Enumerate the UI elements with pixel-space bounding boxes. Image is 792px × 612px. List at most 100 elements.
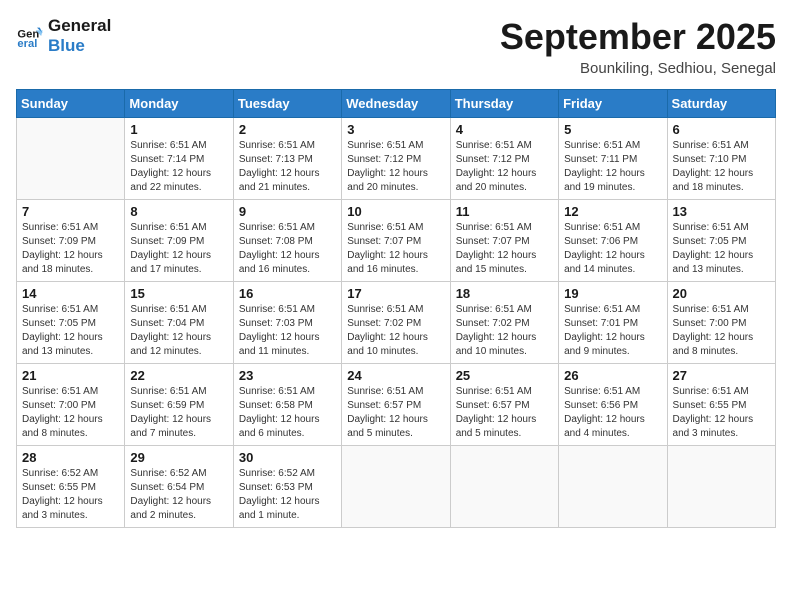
day-info: Sunrise: 6:51 AMSunset: 7:05 PMDaylight:… [22, 303, 119, 359]
calendar-cell [342, 446, 450, 528]
day-number: 22 [130, 368, 227, 383]
calendar-cell: 14 Sunrise: 6:51 AMSunset: 7:05 PMDayligh… [17, 282, 125, 364]
day-info: Sunrise: 6:51 AMSunset: 7:11 PMDaylight:… [564, 139, 661, 195]
title-area: September 2025 Bounkiling, Sedhiou, Sene… [500, 16, 776, 77]
day-info: Sunrise: 6:51 AMSunset: 7:12 PMDaylight:… [456, 139, 553, 195]
day-number: 6 [673, 122, 770, 137]
day-number: 5 [564, 122, 661, 137]
day-number: 23 [239, 368, 336, 383]
day-info: Sunrise: 6:51 AMSunset: 7:08 PMDaylight:… [239, 221, 336, 277]
calendar-cell: 22 Sunrise: 6:51 AMSunset: 6:59 PMDayligh… [125, 364, 233, 446]
calendar-week-row: 7 Sunrise: 6:51 AMSunset: 7:09 PMDaylight… [17, 200, 776, 282]
calendar-cell: 4 Sunrise: 6:51 AMSunset: 7:12 PMDaylight… [450, 118, 558, 200]
day-number: 24 [347, 368, 444, 383]
calendar-cell: 13 Sunrise: 6:51 AMSunset: 7:05 PMDayligh… [667, 200, 775, 282]
calendar-cell: 11 Sunrise: 6:51 AMSunset: 7:07 PMDayligh… [450, 200, 558, 282]
calendar-cell: 7Sunrise: 6:51 AMSunset: 7:09 PMDaylight… [17, 200, 125, 282]
logo: Gen eral General Blue [16, 16, 111, 55]
calendar-cell: 30 Sunrise: 6:52 AMSunset: 6:53 PMDayligh… [233, 446, 341, 528]
day-number: 10 [347, 204, 444, 219]
day-number: 15 [130, 286, 227, 301]
day-info: Sunrise: 6:51 AMSunset: 6:57 PMDaylight:… [347, 385, 444, 441]
calendar-week-row: 28Sunrise: 6:52 AMSunset: 6:55 PMDayligh… [17, 446, 776, 528]
calendar-week-row: 14 Sunrise: 6:51 AMSunset: 7:05 PMDayligh… [17, 282, 776, 364]
day-info: Sunrise: 6:51 AMSunset: 7:02 PMDaylight:… [456, 303, 553, 359]
logo-line2: Blue [48, 36, 111, 56]
day-info: Sunrise: 6:51 AMSunset: 7:07 PMDaylight:… [347, 221, 444, 277]
calendar-cell [17, 118, 125, 200]
day-number: 11 [456, 204, 553, 219]
day-info: Sunrise: 6:51 AMSunset: 6:58 PMDaylight:… [239, 385, 336, 441]
calendar-cell: 6 Sunrise: 6:51 AMSunset: 7:10 PMDaylight… [667, 118, 775, 200]
svg-text:eral: eral [17, 38, 37, 50]
logo-icon: Gen eral [16, 22, 44, 50]
day-number: 29 [130, 450, 227, 465]
day-number: 13 [673, 204, 770, 219]
calendar-cell: 3 Sunrise: 6:51 AMSunset: 7:12 PMDaylight… [342, 118, 450, 200]
calendar-cell: 29 Sunrise: 6:52 AMSunset: 6:54 PMDayligh… [125, 446, 233, 528]
calendar-cell: 9 Sunrise: 6:51 AMSunset: 7:08 PMDaylight… [233, 200, 341, 282]
logo-line1: General [48, 16, 111, 36]
calendar-cell: 19 Sunrise: 6:51 AMSunset: 7:01 PMDayligh… [559, 282, 667, 364]
day-info: Sunrise: 6:51 AMSunset: 6:57 PMDaylight:… [456, 385, 553, 441]
day-number: 27 [673, 368, 770, 383]
day-info: Sunrise: 6:51 AMSunset: 6:55 PMDaylight:… [673, 385, 770, 441]
day-info: Sunrise: 6:51 AMSunset: 7:07 PMDaylight:… [456, 221, 553, 277]
day-number: 26 [564, 368, 661, 383]
weekday-header-monday: Monday [125, 90, 233, 118]
day-number: 14 [22, 286, 119, 301]
day-number: 25 [456, 368, 553, 383]
weekday-header-row: SundayMondayTuesdayWednesdayThursdayFrid… [17, 90, 776, 118]
calendar-cell: 1 Sunrise: 6:51 AMSunset: 7:14 PMDaylight… [125, 118, 233, 200]
day-number: 1 [130, 122, 227, 137]
day-info: Sunrise: 6:51 AMSunset: 7:06 PMDaylight:… [564, 221, 661, 277]
day-info: Sunrise: 6:51 AMSunset: 7:10 PMDaylight:… [673, 139, 770, 195]
day-number: 3 [347, 122, 444, 137]
weekday-header-wednesday: Wednesday [342, 90, 450, 118]
day-info: Sunrise: 6:51 AMSunset: 7:01 PMDaylight:… [564, 303, 661, 359]
weekday-header-thursday: Thursday [450, 90, 558, 118]
page-header: Gen eral General Blue September 2025 Bou… [16, 16, 776, 77]
day-info: Sunrise: 6:51 AMSunset: 7:00 PMDaylight:… [22, 385, 119, 441]
calendar-table: SundayMondayTuesdayWednesdayThursdayFrid… [16, 89, 776, 528]
calendar-cell: 10 Sunrise: 6:51 AMSunset: 7:07 PMDayligh… [342, 200, 450, 282]
day-info: Sunrise: 6:51 AMSunset: 7:03 PMDaylight:… [239, 303, 336, 359]
day-number: 8 [130, 204, 227, 219]
day-info: Sunrise: 6:51 AMSunset: 7:13 PMDaylight:… [239, 139, 336, 195]
day-number: 12 [564, 204, 661, 219]
day-info: Sunrise: 6:51 AMSunset: 6:59 PMDaylight:… [130, 385, 227, 441]
calendar-cell: 5 Sunrise: 6:51 AMSunset: 7:11 PMDaylight… [559, 118, 667, 200]
calendar-cell: 18 Sunrise: 6:51 AMSunset: 7:02 PMDayligh… [450, 282, 558, 364]
calendar-cell: 23 Sunrise: 6:51 AMSunset: 6:58 PMDayligh… [233, 364, 341, 446]
calendar-cell: 27 Sunrise: 6:51 AMSunset: 6:55 PMDayligh… [667, 364, 775, 446]
day-number: 19 [564, 286, 661, 301]
calendar-cell: 28Sunrise: 6:52 AMSunset: 6:55 PMDayligh… [17, 446, 125, 528]
day-number: 16 [239, 286, 336, 301]
calendar-cell: 16 Sunrise: 6:51 AMSunset: 7:03 PMDayligh… [233, 282, 341, 364]
day-number: 17 [347, 286, 444, 301]
calendar-cell: 24 Sunrise: 6:51 AMSunset: 6:57 PMDayligh… [342, 364, 450, 446]
weekday-header-friday: Friday [559, 90, 667, 118]
day-info: Sunrise: 6:51 AMSunset: 7:14 PMDaylight:… [130, 139, 227, 195]
calendar-cell: 17Sunrise: 6:51 AMSunset: 7:02 PMDayligh… [342, 282, 450, 364]
calendar-cell: 12 Sunrise: 6:51 AMSunset: 7:06 PMDayligh… [559, 200, 667, 282]
day-info: Sunrise: 6:51 AMSunset: 7:05 PMDaylight:… [673, 221, 770, 277]
calendar-week-row: 21 Sunrise: 6:51 AMSunset: 7:00 PMDayligh… [17, 364, 776, 446]
day-number: 7 [22, 204, 119, 219]
day-number: 30 [239, 450, 336, 465]
calendar-cell: 8 Sunrise: 6:51 AMSunset: 7:09 PMDaylight… [125, 200, 233, 282]
calendar-cell: 15 Sunrise: 6:51 AMSunset: 7:04 PMDayligh… [125, 282, 233, 364]
day-number: 21 [22, 368, 119, 383]
weekday-header-tuesday: Tuesday [233, 90, 341, 118]
day-info: Sunrise: 6:51 AMSunset: 7:12 PMDaylight:… [347, 139, 444, 195]
day-number: 9 [239, 204, 336, 219]
calendar-cell: 26Sunrise: 6:51 AMSunset: 6:56 PMDayligh… [559, 364, 667, 446]
calendar-cell [559, 446, 667, 528]
day-number: 18 [456, 286, 553, 301]
day-info: Sunrise: 6:51 AMSunset: 7:04 PMDaylight:… [130, 303, 227, 359]
day-info: Sunrise: 6:51 AMSunset: 7:09 PMDaylight:… [130, 221, 227, 277]
day-info: Sunrise: 6:52 AMSunset: 6:54 PMDaylight:… [130, 467, 227, 523]
day-info: Sunrise: 6:52 AMSunset: 6:53 PMDaylight:… [239, 467, 336, 523]
day-number: 4 [456, 122, 553, 137]
calendar-cell: 20Sunrise: 6:51 AMSunset: 7:00 PMDayligh… [667, 282, 775, 364]
